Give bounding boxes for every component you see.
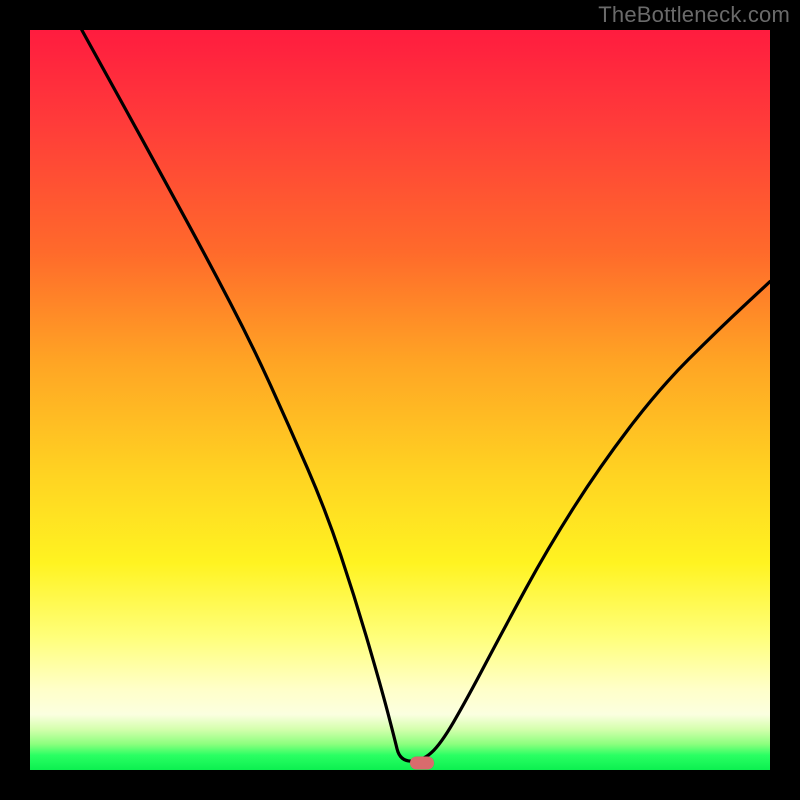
curve-svg — [30, 30, 770, 770]
watermark-text: TheBottleneck.com — [598, 2, 790, 28]
plot-area — [30, 30, 770, 770]
notch-marker — [410, 756, 434, 769]
chart-frame: TheBottleneck.com — [0, 0, 800, 800]
bottleneck-curve — [82, 30, 770, 761]
